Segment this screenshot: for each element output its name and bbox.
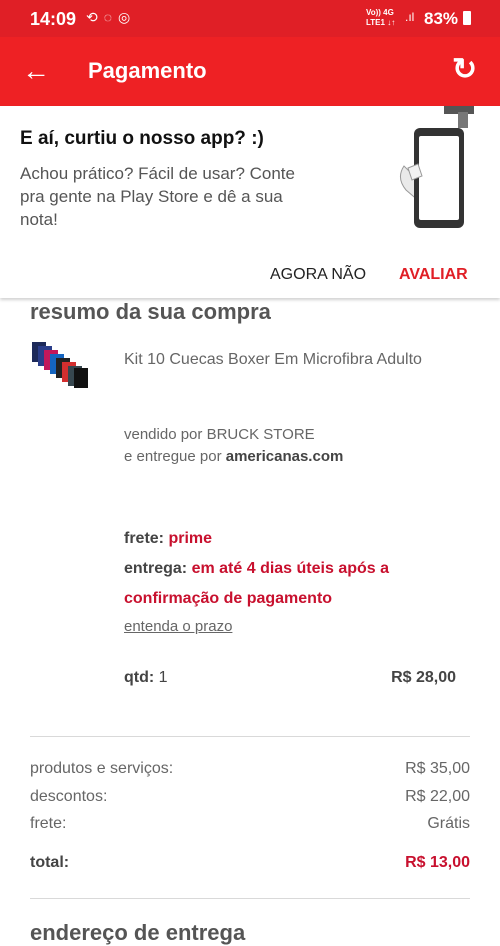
qty-label: qtd: (124, 669, 155, 686)
product-name[interactable]: Kit 10 Cuecas Boxer Em Microfibra Adulto (124, 346, 434, 374)
phone-illustration (400, 106, 474, 228)
delivery-provider: americanas.com (225, 448, 344, 465)
battery-icon (463, 11, 471, 25)
notification-icons: ⟲◌◎ (86, 9, 137, 25)
arrow-left-icon[interactable]: ← (22, 54, 50, 88)
status-bar: 14:09 ⟲◌◎ Vo)) 4G LTE1 ↓↑ .ıl 83% (0, 0, 500, 37)
rating-body: Achou prático? Fácil de usar? Conte pra … (20, 164, 295, 229)
delivery-label: entrega: (124, 560, 188, 577)
understand-deadline-link[interactable]: entenda o prazo (124, 618, 232, 635)
address-title: endereço de entrega (30, 920, 246, 945)
product-thumbnail (32, 342, 88, 388)
total-value: R$ 13,00 (405, 854, 470, 871)
battery-percent: 83% (424, 9, 459, 28)
rating-prompt-card: E aí, curtiu o nosso app? :) Achou práti… (0, 106, 500, 298)
app-bar: ← Pagamento ↻ (0, 37, 500, 106)
divider (30, 736, 470, 737)
freight-value: prime (168, 530, 213, 547)
seller-info: vendido por BRUCK STORE e entregue por a… (124, 426, 344, 465)
quantity: qtd: 1 (124, 669, 168, 687)
later-button[interactable]: AGORA NÃO (270, 266, 366, 284)
status-time: 14:09 (30, 9, 77, 29)
item-price: R$ 28,00 (391, 669, 456, 686)
refresh-icon[interactable]: ↻ (452, 53, 477, 87)
products-services-row: produtos e serviços: R$ 35,00 (30, 760, 470, 777)
network-indicator: Vo)) 4G LTE1 ↓↑ (366, 8, 396, 27)
page-title: Pagamento (88, 58, 207, 83)
shipping-info: frete: prime entrega: em até 4 dias útei… (124, 524, 444, 614)
seller-name: BRUCK STORE (206, 426, 315, 443)
discounts-row: descontos: R$ 22,00 (30, 788, 470, 805)
freight-row: frete: Grátis (30, 815, 470, 832)
rating-heading: E aí, curtiu o nosso app? :) (20, 128, 264, 149)
freight-label: frete: (124, 530, 165, 547)
summary-title: resumo da sua compra (30, 299, 271, 324)
rate-button[interactable]: AVALIAR (399, 266, 468, 284)
total-row: total: R$ 13,00 (30, 854, 470, 871)
divider (30, 898, 470, 899)
signal-icon: .ıl (405, 10, 415, 24)
qty-value: 1 (158, 669, 168, 686)
